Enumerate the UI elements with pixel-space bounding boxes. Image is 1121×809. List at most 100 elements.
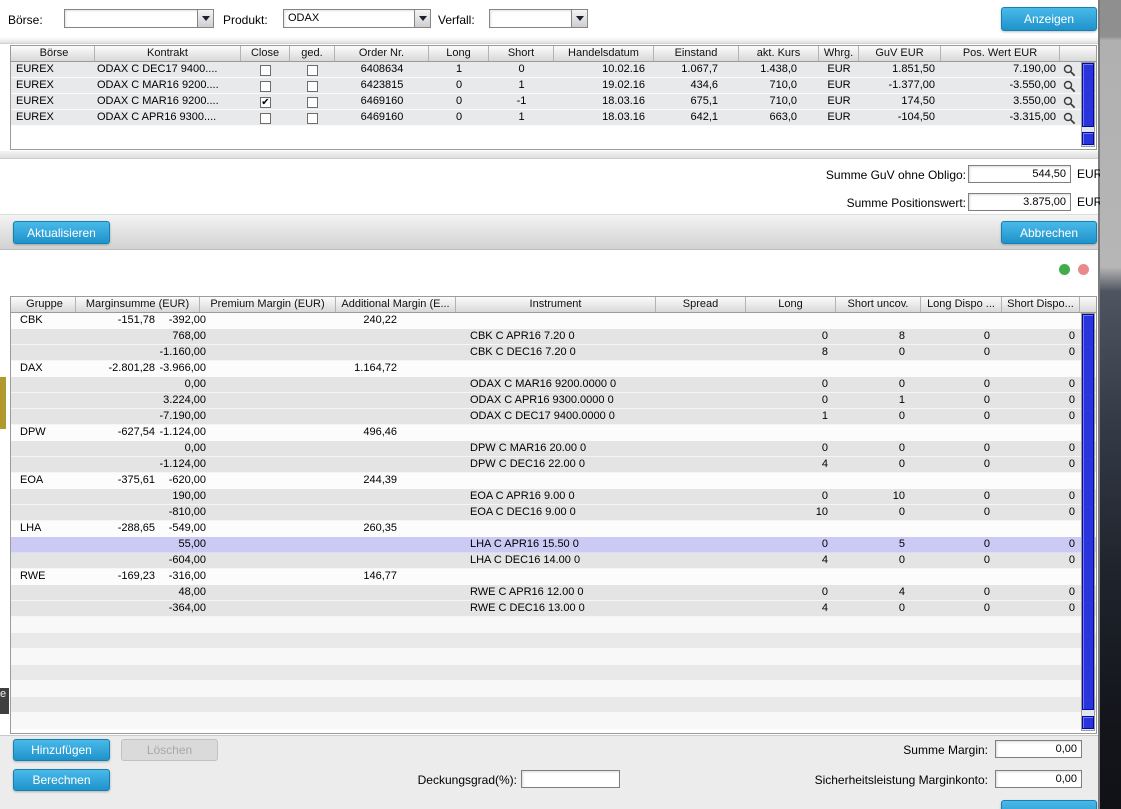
ged-checkbox[interactable] [307, 65, 318, 76]
table-row[interactable]: -1.160,00CBK C DEC16 7.20 08000 [11, 345, 1096, 361]
col-header-einstand[interactable]: Einstand [654, 46, 739, 61]
table-row[interactable]: -810,00EOA C DEC16 9.00 010000 [11, 505, 1096, 521]
magnifier-icon[interactable] [1060, 78, 1078, 94]
col-header-spread[interactable]: Spread [656, 297, 746, 312]
col-header-börse[interactable]: Börse [14, 46, 95, 61]
boerse-select-arrow-button[interactable] [197, 10, 213, 27]
table-row[interactable]: 3.224,00ODAX C APR16 9300.0000 00100 [11, 393, 1096, 409]
table-row[interactable]: DPW-627,54-1.124,00496,46 [11, 425, 1096, 441]
partial-button-bottom-right[interactable] [1001, 800, 1097, 809]
col-header-handelsdatum[interactable]: Handelsdatum [554, 46, 654, 61]
sicherheitsleistung-field[interactable]: 0,00 [995, 770, 1082, 788]
margin-cell-premium-margin: -316,00 [200, 569, 336, 585]
ged-checkbox[interactable] [307, 113, 318, 124]
positions-table-scrollbar[interactable] [1081, 62, 1095, 147]
aktualisieren-button[interactable]: Aktualisieren [13, 221, 110, 244]
positions-cell-pos-wert: -3.550,00 [941, 78, 1060, 94]
table-row[interactable]: CBK-151,78-392,00240,22 [11, 313, 1096, 329]
col-header-short-dispo[interactable]: Short Dispo... [1002, 297, 1080, 312]
margin-cell-short-dispo: 0 [1002, 505, 1080, 521]
margin-cell-gruppe: DAX [14, 361, 76, 377]
col-header-order-nr[interactable]: Order Nr. [335, 46, 429, 61]
abbrechen-button[interactable]: Abbrechen [1001, 221, 1097, 244]
table-row[interactable]: -7.190,00ODAX C DEC17 9400.0000 01000 [11, 409, 1096, 425]
table-row[interactable]: EOA-375,61-620,00244,39 [11, 473, 1096, 489]
margin-cell-short-dispo: 0 [1002, 345, 1080, 361]
deckungsgrad-field[interactable] [521, 770, 620, 788]
ged-checkbox[interactable] [307, 81, 318, 92]
col-header-instrument[interactable]: Instrument [456, 297, 656, 312]
table-row[interactable]: LHA-288,65-549,00260,35 [11, 521, 1096, 537]
col-header-marginsumme-eur[interactable]: Marginsumme (EUR) [76, 297, 200, 312]
table-row[interactable]: 0,00DPW C MAR16 20.00 00000 [11, 441, 1096, 457]
empty-row [11, 633, 1096, 649]
ged-checkbox[interactable] [307, 97, 318, 108]
table-row[interactable]: 0,00ODAX C MAR16 9200.0000 00000 [11, 377, 1096, 393]
table-row[interactable]: EUREXODAX C DEC17 9400....64086341010.02… [11, 62, 1096, 78]
table-row[interactable]: -1.124,00DPW C DEC16 22.00 04000 [11, 457, 1096, 473]
scrollbar-button[interactable] [1082, 132, 1094, 145]
col-header-short[interactable]: Short [489, 46, 554, 61]
col-header-guv-eur[interactable]: GuV EUR [859, 46, 941, 61]
margin-table: GruppeMarginsumme (EUR)Premium Margin (E… [10, 296, 1097, 734]
table-row[interactable]: 190,00EOA C APR16 9.00 001000 [11, 489, 1096, 505]
col-header-akt-kurs[interactable]: akt. Kurs [739, 46, 819, 61]
margin-cell-short-uncov [836, 361, 921, 377]
scrollbar-thumb[interactable] [1082, 63, 1094, 127]
table-row[interactable]: -604,00LHA C DEC16 14.00 04000 [11, 553, 1096, 569]
table-row[interactable]: 55,00LHA C APR16 15.50 00500 [11, 537, 1096, 553]
col-header-whrg[interactable]: Whrg. [819, 46, 859, 61]
close-checkbox[interactable] [260, 65, 271, 76]
scrollbar-button[interactable] [1082, 716, 1094, 729]
table-row[interactable]: 48,00RWE C APR16 12.00 00400 [11, 585, 1096, 601]
scrollbar-thumb[interactable] [1082, 314, 1094, 710]
summe-positionswert-field[interactable]: 3.875,00 [968, 193, 1071, 211]
table-row[interactable]: DAX-2.801,28-3.966,001.164,72 [11, 361, 1096, 377]
col-header-ged[interactable]: ged. [290, 46, 335, 61]
magnifier-icon[interactable] [1060, 94, 1078, 110]
margin-cell-long-dispo [921, 313, 1002, 329]
summe-guv-field[interactable]: 544,50 [968, 165, 1071, 183]
col-header-kontrakt[interactable]: Kontrakt [95, 46, 241, 61]
col-header-gruppe[interactable]: Gruppe [14, 297, 76, 312]
positions-cell-short: 1 [489, 110, 554, 126]
table-row[interactable]: -364,00RWE C DEC16 13.00 04000 [11, 601, 1096, 617]
berechnen-button[interactable]: Berechnen [13, 769, 110, 791]
boerse-select[interactable] [64, 9, 214, 28]
margin-cell-premium-margin: -620,00 [200, 473, 336, 489]
summe-margin-field[interactable]: 0,00 [995, 740, 1082, 758]
col-header-long[interactable]: Long [429, 46, 489, 61]
loeschen-button[interactable]: Löschen [121, 739, 218, 761]
produkt-select-arrow-button[interactable] [414, 10, 430, 27]
col-header-close[interactable]: Close [241, 46, 290, 61]
col-header-long-dispo[interactable]: Long Dispo ... [921, 297, 1002, 312]
magnifier-icon[interactable] [1060, 110, 1078, 126]
margin-cell-additional-margin [336, 329, 456, 345]
margin-cell-long [746, 425, 836, 441]
margin-cell-short-uncov: 5 [836, 537, 921, 553]
col-header-premium-margin-eur[interactable]: Premium Margin (EUR) [200, 297, 336, 312]
close-checkbox[interactable] [260, 81, 271, 92]
verfall-select[interactable] [489, 9, 588, 28]
table-row[interactable]: EUREXODAX C MAR16 9200....✔64691600-118.… [11, 94, 1096, 110]
table-row[interactable]: RWE-169,23-316,00146,77 [11, 569, 1096, 585]
margin-cell-long-dispo: 0 [921, 537, 1002, 553]
table-row[interactable]: EUREXODAX C MAR16 9200....64238150119.02… [11, 78, 1096, 94]
anzeigen-button[interactable]: Anzeigen [1001, 7, 1097, 31]
hinzufuegen-button[interactable]: Hinzufügen [13, 739, 110, 761]
magnifier-icon[interactable] [1060, 62, 1078, 78]
positions-cell-pos-wert: 3.550,00 [941, 94, 1060, 110]
close-checkbox[interactable] [260, 113, 271, 124]
col-header-additional-margin-e[interactable]: Additional Margin (E... [336, 297, 456, 312]
table-row[interactable]: EUREXODAX C APR16 9300....64691600118.03… [11, 110, 1096, 126]
verfall-select-arrow-button[interactable] [571, 10, 587, 27]
table-row[interactable]: 768,00CBK C APR16 7.20 00800 [11, 329, 1096, 345]
col-header-short-uncov[interactable]: Short uncov. [836, 297, 921, 312]
margin-table-scrollbar[interactable] [1081, 313, 1095, 731]
col-header-long[interactable]: Long [746, 297, 836, 312]
positions-cell-einstand: 434,6 [654, 78, 739, 94]
positions-cell-boerse: EUREX [14, 62, 95, 78]
col-header-pos-wert-eur[interactable]: Pos. Wert EUR [941, 46, 1060, 61]
produkt-select[interactable]: ODAX [283, 9, 431, 28]
close-checkbox[interactable]: ✔ [260, 97, 271, 108]
